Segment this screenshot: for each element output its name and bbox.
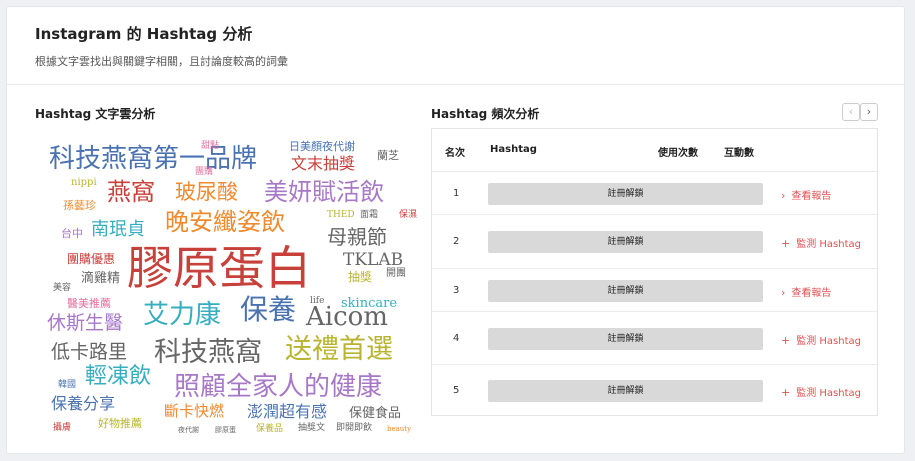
page-subtitle: 根據文字雲找出與關鍵字相關，且討論度較高的詞彙 <box>35 55 288 68</box>
cloud-word: 韓國 <box>58 380 77 390</box>
cloud-word: 科技燕窩 <box>154 337 262 368</box>
cloud-word: nippi <box>71 177 97 188</box>
next-page-button[interactable]: › <box>860 103 878 121</box>
cloud-word: 保養品 <box>256 424 284 434</box>
chevron-right-icon: › <box>781 189 786 202</box>
locked-bar[interactable]: 註冊解鎖 <box>488 231 763 253</box>
cloud-word: 團購 <box>195 167 214 177</box>
cloud-word: 燕窩 <box>107 178 155 206</box>
action-label: 監測 Hashtag <box>796 336 861 347</box>
monitor-hashtag-link[interactable]: + 監測 Hashtag <box>781 332 861 347</box>
cloud-word: 晚安纖姿飲 <box>165 208 285 236</box>
main-card: Instagram 的 Hashtag 分析 根據文字雲找出與關鍵字相關，且討論… <box>6 6 905 454</box>
cloud-word: 美妍賦活飲 <box>264 178 384 206</box>
view-report-link[interactable]: › 查看報告 <box>781 284 831 299</box>
cloud-word: 休斯生醫 <box>47 312 124 334</box>
rank-cell: 1 <box>453 188 460 199</box>
table-row: 4 註冊解鎖 + 監測 Hashtag <box>432 312 877 365</box>
plus-icon: + <box>781 237 791 250</box>
cloud-word: 保健食品 <box>349 406 402 421</box>
view-report-link[interactable]: › 查看報告 <box>781 187 831 202</box>
cloud-word: 斷卡快燃 <box>164 402 225 420</box>
cloud-word: 母親節 <box>327 225 387 249</box>
chevron-left-icon: ‹ <box>848 105 854 118</box>
chevron-right-icon: › <box>781 286 786 299</box>
plus-icon: + <box>781 334 791 347</box>
locked-bar[interactable]: 註冊解鎖 <box>488 328 763 350</box>
table-row: 1 註冊解鎖 › 查看報告 <box>432 172 877 215</box>
cloud-word: 低卡路里 <box>51 341 128 363</box>
word-cloud: 科技燕窩第一品牌 日美顏夜代謝 甜點蘭芝團購 文末抽獎 nippi 燕窩 玻尿酸 美妍賦活飲孫… <box>37 138 417 438</box>
monitor-hashtag-link[interactable]: + 監測 Hashtag <box>781 384 861 399</box>
cloud-word: 甜點 <box>201 141 220 151</box>
cloud-word: 照顧全家人的健康 <box>174 372 383 402</box>
rank-cell: 4 <box>453 333 460 344</box>
cloud-word: 抽獎 <box>348 270 373 284</box>
plus-icon: + <box>781 386 791 399</box>
table-row: 2 註冊解鎖 + 監測 Hashtag <box>432 215 877 269</box>
page-title: Instagram 的 Hashtag 分析 <box>35 25 253 43</box>
cloud-word: 艾力康 <box>143 300 222 330</box>
col-rank: 名次 <box>445 148 465 159</box>
cloud-word: 南珉貞 <box>91 219 145 240</box>
monitor-hashtag-link[interactable]: + 監測 Hashtag <box>781 235 861 250</box>
rank-cell: 5 <box>453 385 460 396</box>
wordcloud-title: Hashtag 文字雲分析 <box>35 107 156 121</box>
cloud-word: 科技燕窩第一品牌 <box>49 144 258 174</box>
action-label: 查看報告 <box>791 191 832 202</box>
rank-cell: 2 <box>453 236 460 247</box>
col-engagement: 互動數 <box>724 148 754 159</box>
cloud-word: 攝膚 <box>53 423 72 433</box>
cloud-word: 文末抽獎 <box>291 154 356 173</box>
table-header: 名次 Hashtag 使用次數 互動數 <box>432 129 877 172</box>
table-row: 5 註冊解鎖 + 監測 Hashtag <box>432 365 877 417</box>
cloud-word: 保養 <box>240 293 297 326</box>
cloud-word: 滴雞精 <box>81 271 121 286</box>
locked-bar[interactable]: 註冊解鎖 <box>488 380 763 402</box>
action-label: 監測 Hashtag <box>796 239 861 250</box>
cloud-word: 夜代謝 <box>178 426 199 434</box>
cloud-word: TKLAB <box>343 250 404 270</box>
cloud-word: beauty <box>387 425 412 433</box>
cloud-word: 面霜 <box>360 210 379 220</box>
cloud-word: 蘭芝 <box>377 149 399 162</box>
freq-title: Hashtag 頻次分析 <box>431 107 540 121</box>
cloud-word: 台中 <box>61 227 83 240</box>
action-label: 查看報告 <box>791 288 832 299</box>
hashtag-frequency-table: 名次 Hashtag 使用次數 互動數 1 註冊解鎖 › 查看報告 2 註冊解鎖 + 監測 H… <box>431 128 878 416</box>
cloud-word: Aicom <box>306 302 388 332</box>
cloud-word: 孫藝珍 <box>63 199 96 212</box>
cloud-word: 開團 <box>386 268 406 279</box>
col-hashtag: Hashtag <box>490 144 537 155</box>
cloud-word: 團購優惠 <box>67 252 116 266</box>
locked-bar[interactable]: 註冊解鎖 <box>488 280 763 302</box>
cloud-word: 膠原蛋 <box>215 426 236 434</box>
locked-bar[interactable]: 註冊解鎖 <box>488 183 763 205</box>
cloud-word: 醫美推薦 <box>67 297 111 310</box>
action-label: 監測 Hashtag <box>796 388 861 399</box>
table-row: 3 註冊解鎖 › 查看報告 <box>432 269 877 312</box>
cloud-word: 好物推薦 <box>98 417 142 430</box>
cloud-word: 美容 <box>53 283 72 293</box>
cloud-word: 即開即飲 <box>336 423 373 433</box>
prev-page-button[interactable]: ‹ <box>842 103 860 121</box>
cloud-word: 抽獎文 <box>298 423 326 433</box>
cloud-word: 膠原蛋白 <box>127 241 311 295</box>
chevron-right-icon: › <box>866 105 872 118</box>
col-uses: 使用次數 <box>658 148 698 159</box>
cloud-word: 保濕 <box>399 210 418 220</box>
rank-cell: 3 <box>453 285 460 296</box>
page-header: Instagram 的 Hashtag 分析 根據文字雲找出與關鍵字相關，且討論… <box>7 7 904 85</box>
cloud-word: THED <box>327 210 355 220</box>
cloud-word: 玻尿酸 <box>175 180 238 204</box>
cloud-word: 保養分享 <box>51 394 116 413</box>
cloud-word: 送禮首選 <box>285 334 393 365</box>
cloud-word: 澎潤超有感 <box>247 402 328 421</box>
cloud-word: 輕凍飲 <box>85 364 152 389</box>
cloud-word: 日美顏夜代謝 <box>289 140 355 153</box>
